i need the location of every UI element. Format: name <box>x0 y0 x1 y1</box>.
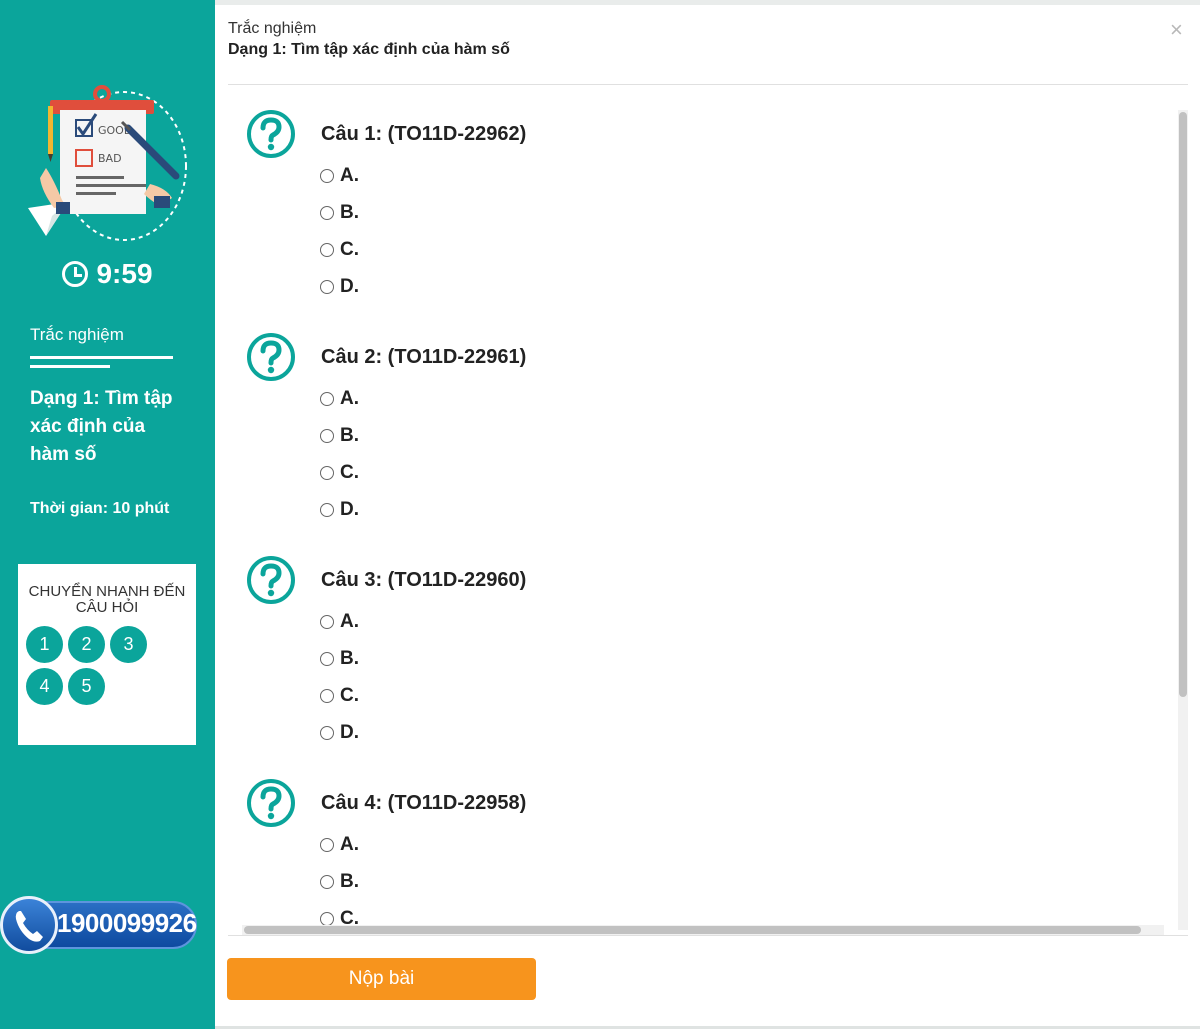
radio-button[interactable] <box>320 838 334 852</box>
option-label: C. <box>340 239 359 260</box>
quiz-sidebar: GOOD BAD 9:59 Trắc nghiệm Dạng 1: Tìm tậ… <box>0 0 215 1029</box>
option-label: D. <box>340 276 359 297</box>
option-c[interactable]: C. <box>320 908 359 925</box>
option-label: C. <box>340 462 359 483</box>
option-b[interactable]: B. <box>320 425 359 447</box>
radio-button[interactable] <box>320 466 334 480</box>
option-label: B. <box>340 202 359 223</box>
sidebar-time-limit: Thời gian: 10 phút <box>30 500 170 517</box>
option-a[interactable]: A. <box>320 388 359 410</box>
countdown-timer: 9:59 <box>0 258 215 290</box>
quick-nav-button-1[interactable]: 1 <box>26 626 63 663</box>
option-c[interactable]: C. <box>320 685 359 707</box>
quick-nav-button-5[interactable]: 5 <box>68 668 105 705</box>
radio-button[interactable] <box>320 615 334 629</box>
bad-label: BAD <box>98 152 122 165</box>
modal-title: Dạng 1: Tìm tập xác định của hàm số <box>228 41 510 58</box>
option-a[interactable]: A. <box>320 165 359 187</box>
sidebar-category: Trắc nghiệm <box>30 325 124 344</box>
radio-button[interactable] <box>320 689 334 703</box>
option-b[interactable]: B. <box>320 871 359 893</box>
hotline-number: 1900099926 <box>57 908 197 938</box>
radio-button[interactable] <box>320 169 334 183</box>
option-label: B. <box>340 648 359 669</box>
radio-button[interactable] <box>320 652 334 666</box>
option-label: A. <box>340 388 359 409</box>
checklist-illustration: GOOD BAD <box>28 85 187 241</box>
option-a[interactable]: A. <box>320 611 359 633</box>
quick-nav-button-4[interactable]: 4 <box>26 668 63 705</box>
radio-button[interactable] <box>320 912 334 925</box>
radio-button[interactable] <box>320 429 334 443</box>
option-c[interactable]: C. <box>320 239 359 261</box>
option-b[interactable]: B. <box>320 648 359 670</box>
option-label: A. <box>340 165 359 186</box>
quick-nav-title: CHUYỂN NHANH ĐẾN CÂU HỎI <box>28 583 186 616</box>
option-label: B. <box>340 425 359 446</box>
question-icon <box>247 779 295 827</box>
option-label: A. <box>340 834 359 855</box>
option-d[interactable]: D. <box>320 722 359 744</box>
quick-nav-button-3[interactable]: 3 <box>110 626 147 663</box>
question-title: Câu 3: (TO11D-22960) <box>321 569 527 591</box>
clock-icon <box>62 261 89 287</box>
option-a[interactable]: A. <box>320 834 359 856</box>
option-b[interactable]: B. <box>320 202 359 224</box>
radio-button[interactable] <box>320 206 334 220</box>
hotline-banner[interactable]: 1900099926 <box>0 896 197 954</box>
radio-button[interactable] <box>320 503 334 517</box>
submit-button[interactable]: Nộp bài <box>227 958 536 1000</box>
vertical-scrollbar-thumb[interactable] <box>1179 112 1187 697</box>
radio-button[interactable] <box>320 243 334 257</box>
modal-category: Trắc nghiệm <box>228 20 317 37</box>
option-d[interactable]: D. <box>320 276 359 298</box>
sidebar-divider-short <box>30 365 110 368</box>
footer-divider <box>228 935 1188 936</box>
option-d[interactable]: D. <box>320 499 359 521</box>
question-title: Câu 2: (TO11D-22961) <box>321 346 527 368</box>
close-button[interactable]: × <box>1170 19 1183 41</box>
question-title: Câu 1: (TO11D-22962) <box>321 123 527 145</box>
sidebar-topic: Dạng 1: Tìm tập xác định của hàm số <box>30 388 173 465</box>
question-icon <box>247 556 295 604</box>
timer-value: 9:59 <box>96 258 153 289</box>
question-icon <box>247 110 295 158</box>
question-icon <box>247 333 295 381</box>
horizontal-scrollbar-thumb[interactable] <box>244 926 1141 934</box>
question-title: Câu 4: (TO11D-22958) <box>321 792 527 814</box>
option-label: D. <box>340 722 359 743</box>
quick-nav-button-2[interactable]: 2 <box>68 626 105 663</box>
option-label: B. <box>340 871 359 892</box>
questions-scroll-area[interactable]: Câu 1: (TO11D-22962) A. B. C. D. Câu 2: … <box>215 85 1190 925</box>
quiz-modal: Trắc nghiệm Dạng 1: Tìm tập xác định của… <box>215 5 1200 1026</box>
radio-button[interactable] <box>320 392 334 406</box>
radio-button[interactable] <box>320 280 334 294</box>
phone-icon <box>0 896 58 954</box>
option-label: C. <box>340 908 359 925</box>
option-label: C. <box>340 685 359 706</box>
option-label: D. <box>340 499 359 520</box>
option-label: A. <box>340 611 359 632</box>
option-c[interactable]: C. <box>320 462 359 484</box>
quick-nav-panel: CHUYỂN NHANH ĐẾN CÂU HỎI 1 2 3 4 5 <box>18 564 196 745</box>
radio-button[interactable] <box>320 875 334 889</box>
sidebar-divider-long <box>30 356 173 359</box>
radio-button[interactable] <box>320 726 334 740</box>
